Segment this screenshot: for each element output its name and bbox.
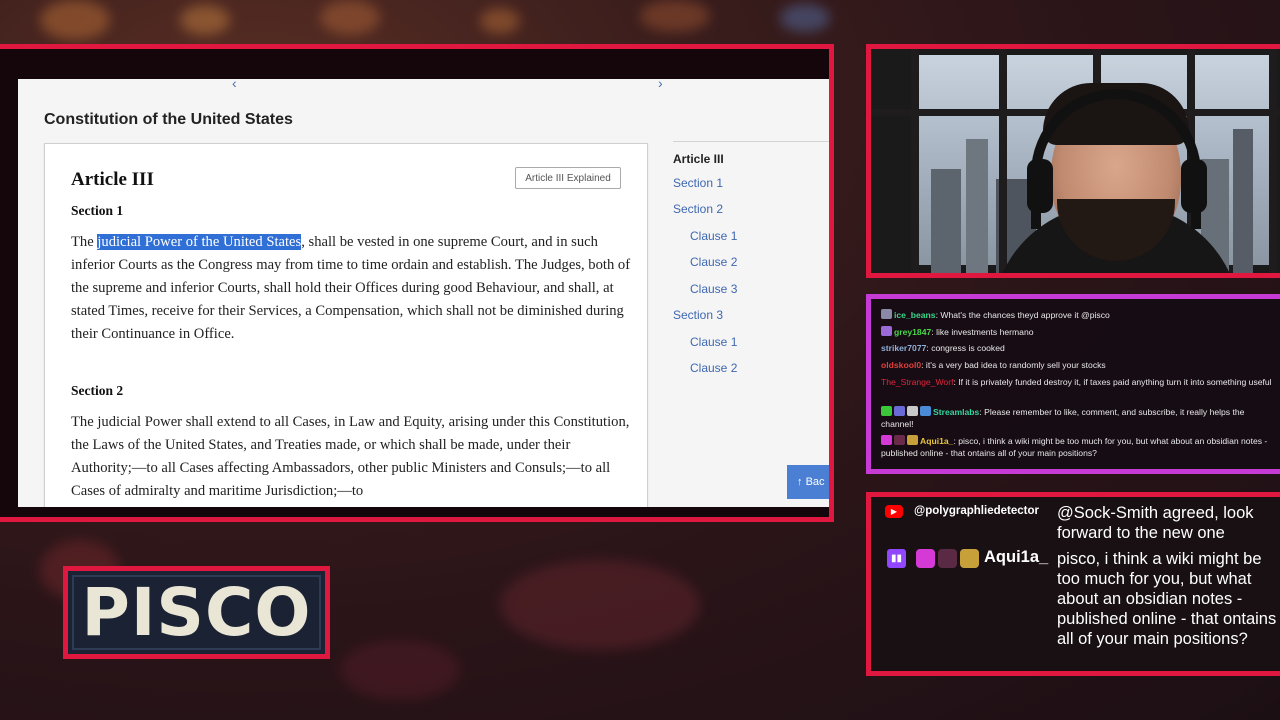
toc-item-section-2[interactable]: Section 2 [673,202,723,216]
highlighted-chat-panel: ▶ @polygraphliedetector @Sock-Smith agre… [866,492,1280,676]
chat-username[interactable]: Streamlabs [933,407,979,417]
gear-icon [907,406,918,416]
chat-message: The_Strange_Worf: If it is privately fun… [881,377,1272,387]
badge-icon [894,406,905,416]
arrow-up-icon: ↑ [797,476,806,488]
toc-title: Article III [673,152,724,166]
chat-username[interactable]: Aqui1a_ [920,436,953,446]
back-button-label: Bac [805,476,825,488]
toc-item-section-2-clause-1[interactable]: Clause 1 [690,229,737,243]
browser-window: ‹ › Constitution of the United States Ar… [18,79,829,507]
table-of-contents: Article III Section 1 Section 2 Clause 1… [673,141,829,375]
toc-item-section-1[interactable]: Section 1 [673,176,723,190]
page-title: Constitution of the United States [44,111,293,128]
chat-username[interactable]: oldskool0 [881,360,921,370]
twitch-username: Aqui1a_ [984,548,1049,566]
chevron-right-icon[interactable]: › [658,79,663,91]
toc-item-section-3[interactable]: Section 3 [673,308,723,322]
webcam-feed [871,49,1280,273]
selected-text[interactable]: judicial Power of the United States [97,234,302,250]
toc-item-section-2-clause-2[interactable]: Clause 2 [690,255,737,269]
chat-message: striker7077: congress is cooked [881,343,1005,353]
article-explained-button[interactable]: Article III Explained [515,167,621,189]
logo-text: PISCO [81,574,312,651]
text-post: , shall be vested in one supreme Court, … [71,234,631,342]
badge-icon [938,549,957,568]
section-2-heading: Section 2 [71,383,124,398]
chat-message: grey1847: like investments hermano [881,326,1277,339]
text-pre: The [71,234,98,250]
badge-icon [881,309,892,319]
youtube-icon: ▶ [885,505,903,518]
section-1-heading: Section 1 [71,203,124,218]
chat-message: Streamlabs: Please remember to like, com… [881,406,1245,429]
toc-item-section-2-clause-3[interactable]: Clause 3 [690,282,737,296]
badge-icon [920,406,931,416]
section-2-text: The judicial Power shall extend to all C… [71,414,630,499]
chat-text: like investments hermano [936,327,1034,337]
badge-icon [881,406,892,416]
heart-icon [916,549,935,568]
badge-icon [907,435,918,445]
streamer-logo: PISCO [63,566,330,659]
chat-text: What's the chances theyd approve it @pis… [940,310,1110,320]
section-1-text: The judicial Power of the United States,… [71,231,631,346]
badge-icon [894,435,905,445]
article-card: Article III Article III Explained Sectio… [44,143,648,507]
badge-icon [960,549,979,568]
chat-message: Aqui1a_: pisco, i think a wiki might be … [881,435,1268,458]
twitch-icon: ▮▮ [887,549,906,568]
chat-username[interactable]: ice_beans [894,310,936,320]
chat-text: If it is privately funded destroy it, if… [958,377,1272,387]
webcam-frame [866,44,1280,278]
twitch-message: pisco, i think a wiki might be too much … [1057,550,1277,648]
youtube-username: @polygraphliedetector [914,505,1039,517]
browser-capture-frame: ‹ › Constitution of the United States Ar… [0,44,834,522]
youtube-message: @Sock-Smith agreed, look forward to the … [1057,504,1254,542]
toc-item-section-3-clause-2[interactable]: Clause 2 [690,361,737,375]
chat-message: ice_beans: What's the chances theyd appr… [881,309,1277,322]
chat-text: congress is cooked [931,343,1005,353]
chat-message: oldskool0: it's a very bad idea to rando… [881,360,1106,370]
chat-username[interactable]: The_Strange_Worf [881,377,953,387]
heart-icon [881,435,892,445]
chat-panel: ice_beans: What's the chances theyd appr… [866,294,1280,474]
back-to-top-button[interactable]: ↑ Bac [787,465,829,499]
badge-icon [881,326,892,336]
chevron-left-icon[interactable]: ‹ [232,79,237,91]
chat-username[interactable]: striker7077 [881,343,926,353]
chat-username[interactable]: grey1847 [894,327,931,337]
chat-text: it's a very bad idea to randomly sell yo… [925,360,1106,370]
toc-item-section-3-clause-1[interactable]: Clause 1 [690,335,737,349]
article-heading: Article III [71,169,154,190]
